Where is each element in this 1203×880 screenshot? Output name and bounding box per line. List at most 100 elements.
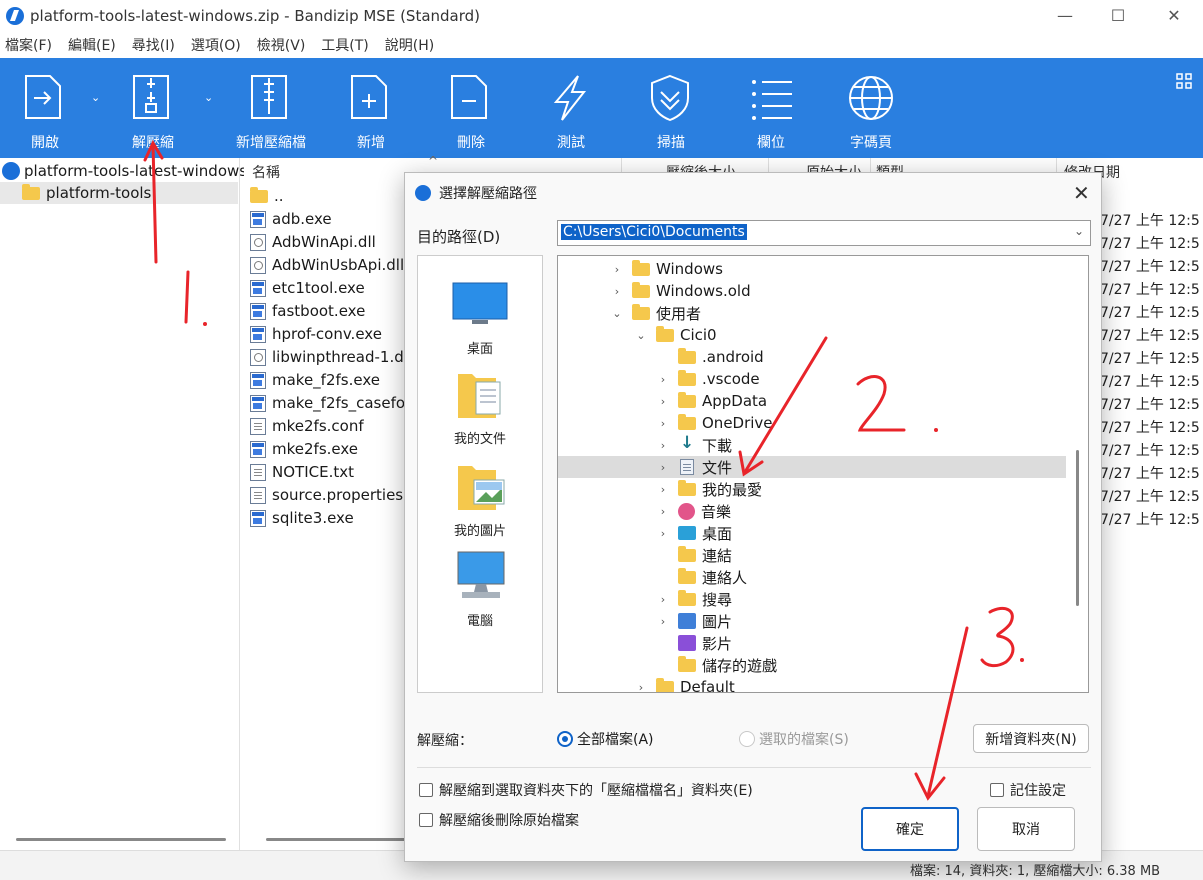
folder-label: Cici0	[680, 326, 717, 344]
dialog-close-button[interactable]: ✕	[1073, 181, 1090, 205]
chevron-right-icon[interactable]: ›	[656, 505, 670, 518]
desktop-icon	[678, 526, 696, 540]
folder-label: 我的最愛	[702, 480, 763, 499]
file-row[interactable]: make_f2fs.exe	[250, 369, 380, 391]
scan-button[interactable]: 掃描	[626, 58, 716, 158]
folder-item-documents[interactable]: › 文件	[656, 456, 732, 478]
tree-item-platform-tools[interactable]: platform-tools	[0, 182, 238, 204]
folder-icon	[678, 479, 696, 496]
cancel-button[interactable]: 取消	[977, 807, 1075, 851]
tree-horizontal-scrollbar[interactable]	[16, 838, 226, 841]
chevron-right-icon[interactable]: ›	[656, 527, 670, 540]
folder-item-desktop[interactable]: › 桌面	[656, 522, 732, 544]
file-list-horizontal-scrollbar[interactable]	[266, 838, 406, 841]
new-folder-button[interactable]: 新增資料夾(N)	[973, 724, 1089, 753]
folder-item-windows[interactable]: › Windows	[610, 258, 723, 280]
new-archive-button[interactable]: 新增壓縮檔	[226, 58, 316, 158]
folder-item-android[interactable]: .android	[656, 346, 764, 368]
folder-item-users[interactable]: ⌄ 使用者	[610, 302, 701, 324]
dialog-title: 選擇解壓縮路徑	[439, 186, 537, 202]
folder-item-onedrive[interactable]: › OneDrive	[656, 412, 773, 434]
menu-tools[interactable]: 工具(T)	[321, 35, 368, 55]
menu-file[interactable]: 檔案(F)	[5, 35, 52, 55]
chevron-right-icon[interactable]: ›	[610, 285, 624, 298]
open-dropdown-chevron-icon[interactable]: ⌄	[91, 91, 100, 104]
menu-view[interactable]: 檢視(V)	[257, 35, 306, 55]
folder-item-contacts[interactable]: 連絡人	[656, 566, 747, 588]
chevron-right-icon[interactable]: ›	[656, 439, 670, 452]
file-row[interactable]: sqlite3.exe	[250, 507, 354, 529]
radio-all-files[interactable]: 全部檔案(A)	[557, 729, 654, 749]
chevron-right-icon[interactable]: ›	[656, 615, 670, 628]
checkbox-extract-to-subfolder[interactable]: 解壓縮到選取資料夾下的「壓縮檔檔名」資料夾(E)	[419, 780, 753, 800]
folder-item-searches[interactable]: › 搜尋	[656, 588, 732, 610]
folder-label: OneDrive	[702, 414, 773, 432]
menu-options[interactable]: 選項(O)	[191, 35, 241, 55]
menu-find[interactable]: 尋找(I)	[132, 35, 175, 55]
checkbox-remember-settings[interactable]: 記住設定	[990, 780, 1066, 800]
destination-path-input[interactable]: C:\Users\Cici0\Documents ⌄	[557, 220, 1091, 246]
columns-button[interactable]: 欄位	[726, 58, 816, 158]
delete-button[interactable]: 刪除	[426, 58, 516, 158]
chevron-down-icon[interactable]: ⌄	[1074, 224, 1084, 238]
folder-item-vscode[interactable]: › .vscode	[656, 368, 760, 390]
bandizip-app-icon	[6, 7, 24, 25]
chevron-right-icon[interactable]: ›	[634, 681, 648, 693]
file-row[interactable]: mke2fs.conf	[250, 415, 364, 437]
file-row[interactable]: AdbWinApi.dll	[250, 231, 376, 253]
file-row[interactable]: etc1tool.exe	[250, 277, 365, 299]
folder-item-downloads[interactable]: › 下載	[656, 433, 732, 456]
file-modified-date: 7/27 上午 12:5	[1100, 282, 1200, 298]
chevron-right-icon[interactable]: ›	[656, 395, 670, 408]
chevron-down-icon[interactable]: ⌄	[610, 307, 624, 320]
add-button[interactable]: 新增	[326, 58, 416, 158]
chevron-right-icon[interactable]: ›	[656, 461, 670, 474]
file-row[interactable]: source.properties	[250, 484, 403, 506]
folder-item-pictures[interactable]: › 圖片	[656, 610, 732, 632]
folder-item-music[interactable]: › 音樂	[656, 500, 731, 522]
chevron-right-icon[interactable]: ›	[656, 483, 670, 496]
file-row[interactable]: hprof-conv.exe	[250, 323, 382, 345]
folder-item-links[interactable]: 連結	[656, 544, 732, 566]
open-button[interactable]: 開啟	[0, 58, 90, 158]
chevron-right-icon[interactable]: ›	[656, 417, 670, 430]
folder-item-cici0[interactable]: ⌄ Cici0	[634, 324, 717, 346]
column-header-name[interactable]: 名稱	[252, 162, 280, 182]
test-button[interactable]: 測試	[526, 58, 616, 158]
close-window-button[interactable]: ✕	[1149, 0, 1199, 30]
minimize-button[interactable]: —	[1040, 0, 1090, 30]
ok-button[interactable]: 確定	[861, 807, 959, 851]
extract-button[interactable]: 解壓縮	[108, 58, 198, 158]
file-row[interactable]: NOTICE.txt	[250, 461, 354, 483]
codepage-button[interactable]: 字碼頁	[826, 58, 916, 158]
file-name: etc1tool.exe	[272, 279, 365, 297]
file-row[interactable]: mke2fs.exe	[250, 438, 358, 460]
checkbox-delete-after-extract[interactable]: 解壓縮後刪除原始檔案	[419, 810, 579, 830]
file-row[interactable]: ..	[250, 185, 284, 207]
folder-item-default[interactable]: › Default	[634, 676, 735, 693]
folder-item-appdata[interactable]: › AppData	[656, 390, 767, 412]
chevron-right-icon[interactable]: ›	[656, 373, 670, 386]
menu-edit[interactable]: 編輯(E)	[68, 35, 116, 55]
file-row[interactable]: adb.exe	[250, 208, 332, 230]
file-row[interactable]: libwinpthread-1.dll	[250, 346, 412, 368]
folder-item-windows-old[interactable]: › Windows.old	[610, 280, 751, 302]
extract-dropdown-chevron-icon[interactable]: ⌄	[204, 91, 213, 104]
maximize-button[interactable]: ☐	[1093, 0, 1143, 30]
folder-item-favorites[interactable]: › 我的最愛	[656, 478, 762, 500]
folder-tree-vertical-scrollbar[interactable]	[1076, 450, 1079, 606]
folder-browser-tree: › Windows › Windows.old ⌄ 使用者 ⌄ Cici0 .andro…	[557, 255, 1089, 693]
layout-grid-icon[interactable]	[1176, 73, 1192, 89]
file-row[interactable]: make_f2fs_casefold	[250, 392, 419, 414]
tree-root-archive[interactable]: platform-tools-latest-windows.	[2, 162, 252, 180]
folder-item-saved-games[interactable]: 儲存的遊戲	[656, 654, 777, 676]
chevron-right-icon[interactable]: ›	[656, 593, 670, 606]
menu-help[interactable]: 說明(H)	[385, 35, 434, 55]
extract-scope-label: 解壓縮：	[417, 733, 473, 749]
file-row[interactable]: fastboot.exe	[250, 300, 365, 322]
chevron-right-icon[interactable]: ›	[610, 263, 624, 276]
add-file-icon	[351, 75, 387, 119]
folder-item-videos[interactable]: 影片	[656, 632, 732, 654]
file-row[interactable]: AdbWinUsbApi.dll	[250, 254, 404, 276]
chevron-down-icon[interactable]: ⌄	[634, 329, 648, 342]
